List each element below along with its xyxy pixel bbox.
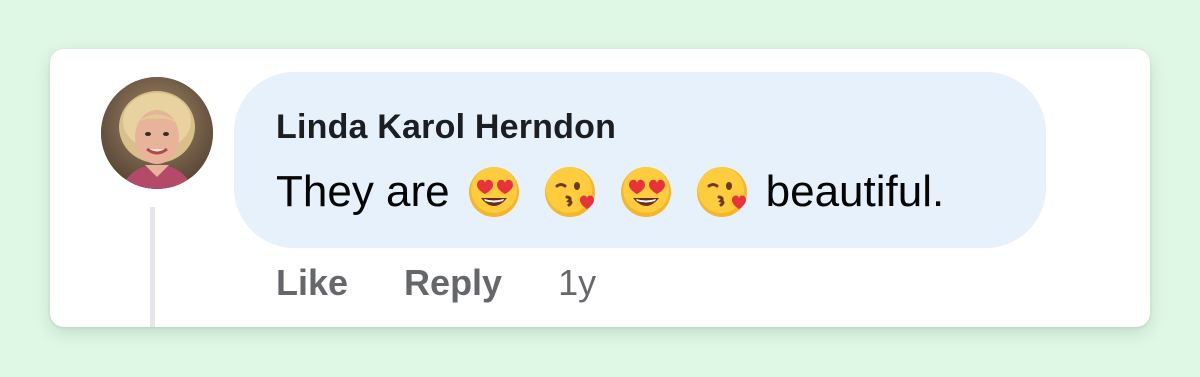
comment-author[interactable]: Linda Karol Herndon xyxy=(276,108,616,147)
comment-text: They are beautiful. xyxy=(276,164,944,220)
comment-bubble: Linda Karol Herndon They are beautiful. xyxy=(234,72,1046,248)
comment-card: Linda Karol Herndon They are beautiful. … xyxy=(50,49,1150,327)
reply-button[interactable]: Reply xyxy=(404,262,502,304)
avatar[interactable] xyxy=(101,77,213,189)
heart-eyes-emoji xyxy=(466,164,522,220)
comment-actions: Like Reply 1y xyxy=(276,261,596,305)
heart-eyes-emoji xyxy=(618,164,674,220)
comment-timestamp[interactable]: 1y xyxy=(558,262,596,304)
comment-text-after: beautiful. xyxy=(765,167,945,216)
thread-line xyxy=(150,207,155,327)
kissing-heart-emoji xyxy=(542,164,598,220)
avatar-image xyxy=(101,77,213,189)
like-button[interactable]: Like xyxy=(276,262,348,304)
comment-text-before: They are xyxy=(276,167,450,216)
kissing-heart-emoji xyxy=(694,164,750,220)
